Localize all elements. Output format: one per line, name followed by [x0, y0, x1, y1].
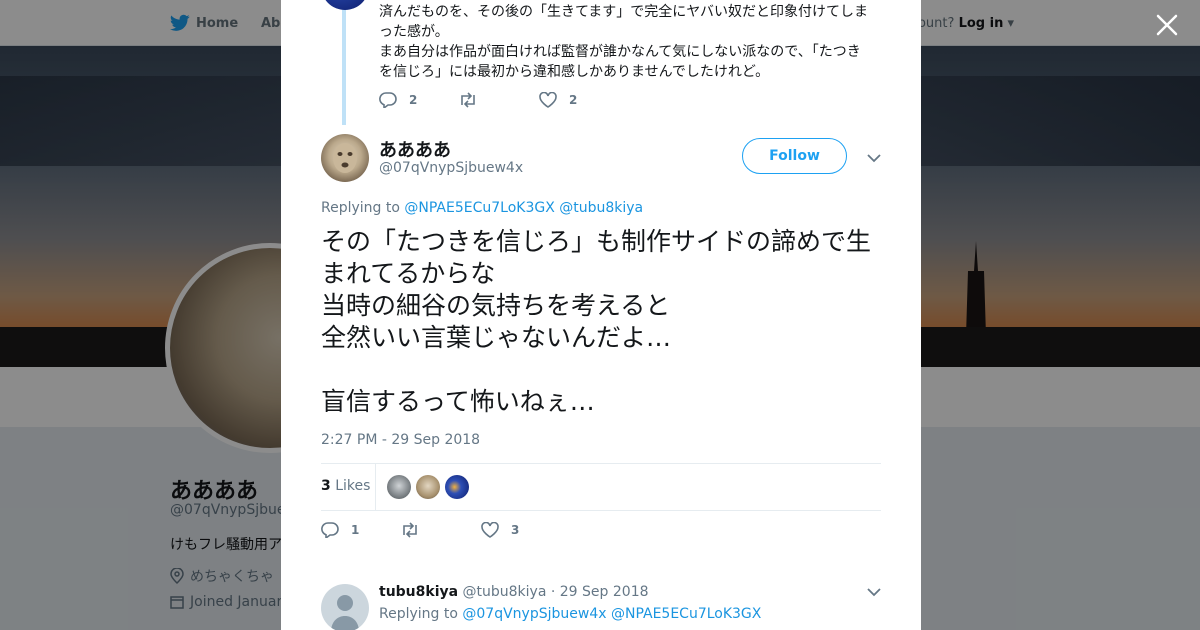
- tweet-text: その「たつきを信じろ」も制作サイドの諦めで生まれてるからな 当時の細谷の気持ちを…: [321, 227, 872, 416]
- retweet-icon: [461, 92, 475, 108]
- follow-button[interactable]: Follow: [742, 138, 847, 174]
- replying-to-user-link[interactable]: @NPAE5ECu7LoK3GX: [611, 606, 761, 622]
- likes-number: 3: [321, 478, 331, 494]
- chevron-down-icon[interactable]: [866, 584, 882, 600]
- previous-tweet-actions: 2 2: [379, 92, 577, 108]
- heart-icon: [539, 92, 557, 108]
- liker-avatar[interactable]: [445, 475, 469, 499]
- tweet-timestamp[interactable]: 2:27 PM - 29 Sep 2018: [321, 432, 480, 448]
- reply-author-handle[interactable]: @tubu8kiya: [463, 584, 547, 600]
- tweet-actions: 1 3: [321, 522, 519, 538]
- reply-avatar[interactable]: [321, 584, 369, 630]
- previous-reply-button[interactable]: 2: [379, 92, 458, 108]
- author-name[interactable]: ああああ: [379, 136, 451, 162]
- previous-tweet-avatar[interactable]: [321, 0, 369, 10]
- like-button[interactable]: 3: [481, 522, 519, 538]
- likers-avatars: [387, 475, 469, 499]
- default-avatar-icon: [331, 595, 359, 630]
- likes-count[interactable]: 3 Likes: [321, 478, 370, 494]
- like-count: 3: [511, 523, 520, 537]
- previous-reply-count: 2: [409, 93, 418, 107]
- reply-count: 1: [351, 523, 360, 537]
- heart-icon: [481, 522, 499, 538]
- replying-to-user-link[interactable]: @NPAE5ECu7LoK3GX: [404, 200, 554, 216]
- chevron-down-icon[interactable]: [866, 150, 882, 166]
- reply-icon: [321, 522, 339, 538]
- reply-author-name[interactable]: tubu8kiya: [379, 584, 458, 600]
- close-icon[interactable]: [1154, 12, 1180, 38]
- thread-connector-line: [342, 10, 346, 125]
- tweet-stats: 3 Likes: [321, 463, 881, 511]
- replying-to: Replying to @NPAE5ECu7LoK3GX @tubu8kiya: [321, 200, 643, 216]
- liker-avatar[interactable]: [387, 475, 411, 499]
- liker-avatar[interactable]: [416, 475, 440, 499]
- retweet-icon: [403, 522, 417, 538]
- reply-header: tubu8kiya @tubu8kiya · 29 Sep 2018: [379, 584, 649, 600]
- retweet-button[interactable]: [400, 522, 481, 538]
- reply-tweet[interactable]: tubu8kiya @tubu8kiya · 29 Sep 2018 Reply…: [321, 584, 881, 630]
- previous-like-button[interactable]: 2: [539, 92, 577, 108]
- replying-to-user-link[interactable]: @tubu8kiya: [559, 200, 643, 216]
- author-avatar[interactable]: [321, 134, 369, 182]
- tweet-author-row: ああああ @07qVnypSjbuew4x Follow: [321, 134, 881, 182]
- author-handle[interactable]: @07qVnypSjbuew4x: [379, 160, 523, 176]
- previous-tweet-text: 済んだものを、その後の「生きてます」で完全にヤバい奴だと印象付けてしま った感が…: [379, 4, 869, 80]
- reply-date[interactable]: · 29 Sep 2018: [551, 584, 649, 600]
- reply-icon: [379, 92, 397, 108]
- reply-button[interactable]: 1: [321, 522, 400, 538]
- author-avatar-image: [333, 143, 357, 173]
- reply-replying-to: Replying to @07qVnypSjbuew4x @NPAE5ECu7L…: [379, 606, 761, 622]
- previous-like-count: 2: [569, 93, 578, 107]
- likes-label: Likes: [335, 478, 371, 494]
- replying-to-prefix: Replying to: [321, 200, 400, 216]
- previous-retweet-button[interactable]: [458, 92, 539, 108]
- replying-to-user-link[interactable]: @07qVnypSjbuew4x: [462, 606, 606, 622]
- tweet-modal: 済んだものを、その後の「生きてます」で完全にヤバい奴だと印象付けてしま った感が…: [281, 0, 921, 630]
- replying-to-prefix: Replying to: [379, 606, 458, 622]
